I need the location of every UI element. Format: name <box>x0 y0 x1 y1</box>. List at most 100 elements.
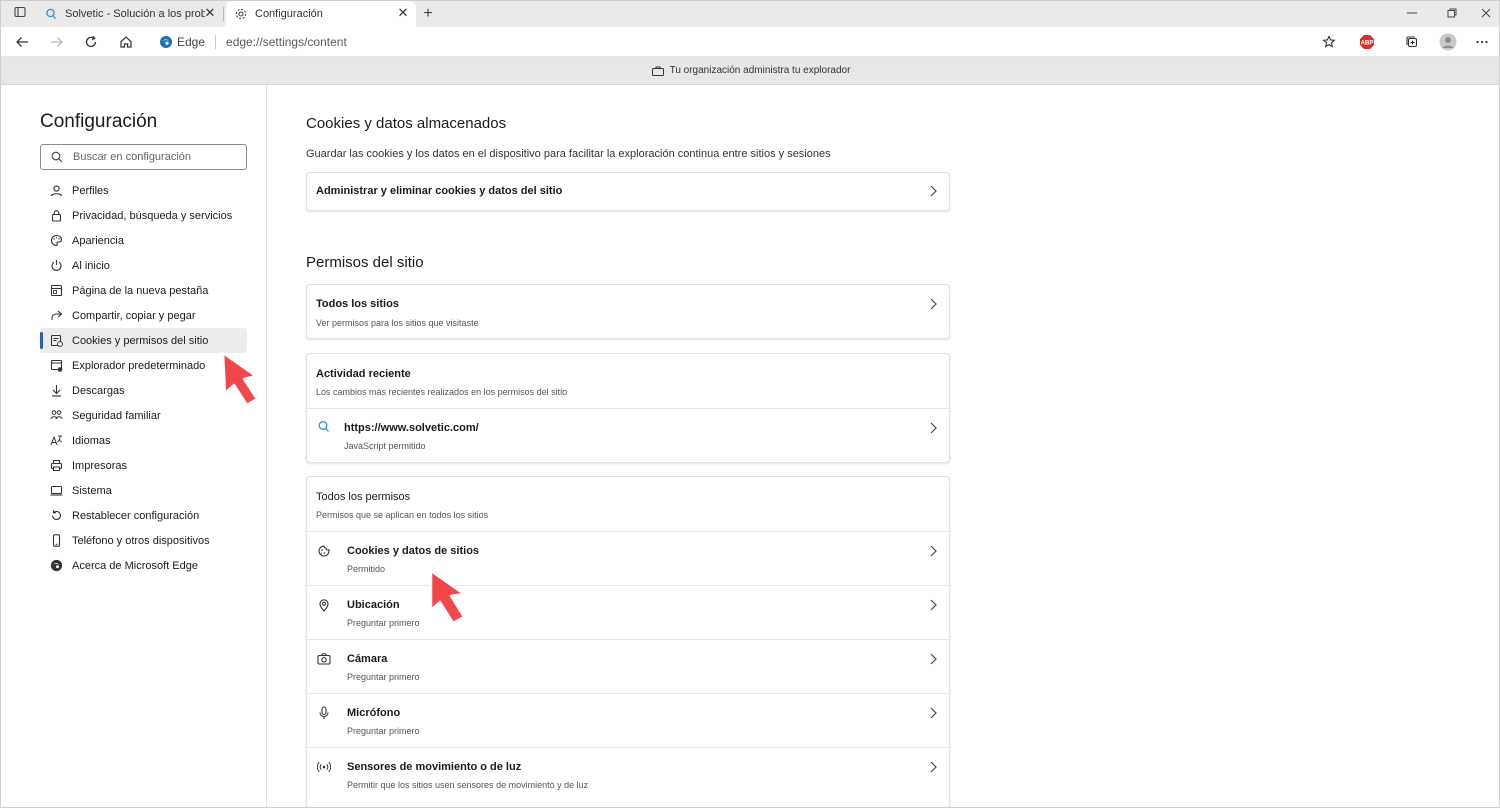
permission-status: Preguntar primero <box>347 726 420 736</box>
solvetic-icon <box>46 8 56 19</box>
permissions-section-title: Permisos del sitio <box>306 254 424 271</box>
phone-icon <box>52 534 61 547</box>
sidebar-item-label: Descargas <box>72 384 125 397</box>
permission-row-camera[interactable]: Cámara Preguntar primero <box>307 640 949 694</box>
recent-site-url: https://www.solvetic.com/ <box>344 422 479 434</box>
cookie-icon <box>318 545 330 557</box>
chevron-right-icon <box>930 761 937 773</box>
manage-cookies-row[interactable]: Administrar y eliminar cookies y datos d… <box>307 173 949 210</box>
chevron-right-icon <box>930 298 937 310</box>
chevron-right-icon <box>930 545 937 557</box>
microphone-icon <box>319 706 329 719</box>
profile-button[interactable] <box>1437 32 1459 52</box>
sidebar-item-nueva-pestana[interactable]: Página de la nueva pestaña <box>40 278 247 303</box>
permission-row-microphone[interactable]: Micrófono Preguntar primero <box>307 694 949 748</box>
sidebar-item-impresoras[interactable]: Impresoras <box>40 453 247 478</box>
sidebar-item-label: Teléfono y otros dispositivos <box>72 534 210 547</box>
more-options-button[interactable] <box>1471 32 1493 52</box>
forward-button[interactable] <box>46 32 68 52</box>
browser-window: Solvetic - Solución a los problem ✕ Conf… <box>0 0 1500 808</box>
recent-activity-card: Actividad reciente Los cambios más recie… <box>306 353 950 463</box>
language-icon <box>50 435 63 446</box>
solvetic-icon <box>318 421 329 432</box>
sidebar-item-label: Idiomas <box>72 434 111 447</box>
search-icon <box>51 151 63 163</box>
tab-actions-icon[interactable] <box>11 5 29 23</box>
avatar-icon <box>1439 33 1457 51</box>
collections-button[interactable] <box>1401 32 1423 52</box>
sidebar-item-al-inicio[interactable]: Al inicio <box>40 253 247 278</box>
sidebar-item-idiomas[interactable]: Idiomas <box>40 428 247 453</box>
add-favorite-button[interactable] <box>1318 32 1340 52</box>
address-url[interactable]: edge://settings/content <box>226 35 347 49</box>
close-window-button[interactable] <box>1477 5 1495 23</box>
sidebar-item-restablecer[interactable]: Restablecer configuración <box>40 503 247 528</box>
family-icon <box>50 410 63 420</box>
search-input[interactable]: Buscar en configuración <box>73 151 191 163</box>
managed-browser-banner[interactable]: Tu organización administra tu explorador <box>1 57 1499 85</box>
settings-content: Cookies y datos almacenados Guardar las … <box>268 85 1499 807</box>
all-permissions-title: Todos los permisos <box>316 491 411 503</box>
tab-title: Configuración <box>255 8 323 20</box>
manage-cookies-card: Administrar y eliminar cookies y datos d… <box>306 172 950 211</box>
close-tab-icon[interactable]: ✕ <box>203 6 217 20</box>
address-bar[interactable]: Edge edge://settings/content <box>149 30 1379 54</box>
new-tab-button[interactable]: + <box>419 5 437 23</box>
permission-status: Preguntar primero <box>347 672 420 682</box>
permission-row-cookies[interactable]: Cookies y datos de sitios Permitido <box>307 532 949 586</box>
sidebar-item-privacidad[interactable]: Privacidad, búsqueda y servicios <box>40 203 247 228</box>
minimize-button[interactable] <box>1403 5 1421 23</box>
permission-status: Permitir que los sitios usen sensores de… <box>347 780 589 790</box>
sidebar-item-label: Explorador predeterminado <box>72 359 206 372</box>
sidebar-item-label: Perfiles <box>72 184 109 197</box>
chevron-right-icon <box>930 653 937 665</box>
tab-solvetic[interactable]: Solvetic - Solución a los problem ✕ <box>33 1 223 27</box>
sidebar-item-label: Página de la nueva pestaña <box>72 284 209 297</box>
sidebar-item-acerca-de[interactable]: Acerca de Microsoft Edge <box>40 553 247 578</box>
sidebar-item-label: Acerca de Microsoft Edge <box>72 559 198 572</box>
default-browser-icon <box>50 359 63 372</box>
restore-button[interactable] <box>1443 5 1461 23</box>
sidebar-item-label: Privacidad, búsqueda y servicios <box>72 209 233 222</box>
settings-sidebar: Configuración Buscar en configuración Pe… <box>1 85 267 807</box>
all-sites-row[interactable]: Todos los sitios Ver permisos para los s… <box>307 285 949 338</box>
permission-title: Cookies y datos de sitios <box>347 545 480 557</box>
sidebar-item-telefono[interactable]: Teléfono y otros dispositivos <box>40 528 247 553</box>
sidebar-item-perfiles[interactable]: Perfiles <box>40 178 247 203</box>
permission-title: Sensores de movimiento o de luz <box>347 761 522 773</box>
sidebar-item-label: Cookies y permisos del sitio <box>72 334 209 347</box>
power-icon <box>51 260 62 271</box>
forward-arrow-icon <box>51 37 63 47</box>
home-button[interactable] <box>115 32 137 52</box>
all-permissions-subtitle: Permisos que se aplican en todos los sit… <box>316 510 489 520</box>
refresh-button[interactable] <box>80 32 102 52</box>
permission-title: Ubicación <box>347 599 400 611</box>
cookies-section-description: Guardar las cookies y los datos en el di… <box>306 148 831 160</box>
sidebar-item-label: Impresoras <box>72 459 128 472</box>
settings-search[interactable]: Buscar en configuración <box>40 144 247 170</box>
sidebar-item-label: Restablecer configuración <box>72 509 200 522</box>
permission-row-location[interactable]: Ubicación Preguntar primero <box>307 586 949 640</box>
download-icon <box>52 385 61 397</box>
collections-icon <box>1406 36 1418 48</box>
sidebar-item-sistema[interactable]: Sistema <box>40 478 247 503</box>
back-button[interactable] <box>11 32 33 52</box>
svg-text:ABP: ABP <box>1361 41 1374 47</box>
palette-icon <box>51 234 63 247</box>
gear-icon <box>235 8 247 20</box>
sidebar-item-apariencia[interactable]: Apariencia <box>40 228 247 253</box>
address-brand: Edge <box>177 35 206 49</box>
tab-configuracion[interactable]: Configuración ✕ <box>226 1 416 27</box>
system-icon <box>50 485 63 496</box>
permission-row-sensors[interactable]: Sensores de movimiento o de luz Permitir… <box>307 748 949 802</box>
sidebar-item-compartir[interactable]: Compartir, copiar y pegar <box>40 303 247 328</box>
recent-activity-header: Actividad reciente Los cambios más recie… <box>307 354 949 409</box>
recent-activity-subtitle: Los cambios más recientes realizados en … <box>316 387 568 397</box>
close-tab-icon[interactable]: ✕ <box>396 6 410 20</box>
edge-logo-icon <box>50 559 63 572</box>
share-icon <box>51 310 63 320</box>
lock-icon <box>51 210 62 222</box>
recent-site-row[interactable]: https://www.solvetic.com/ JavaScript per… <box>307 409 949 462</box>
chevron-right-icon <box>930 707 937 719</box>
adblock-plus-button[interactable]: ABP <box>1356 32 1378 52</box>
